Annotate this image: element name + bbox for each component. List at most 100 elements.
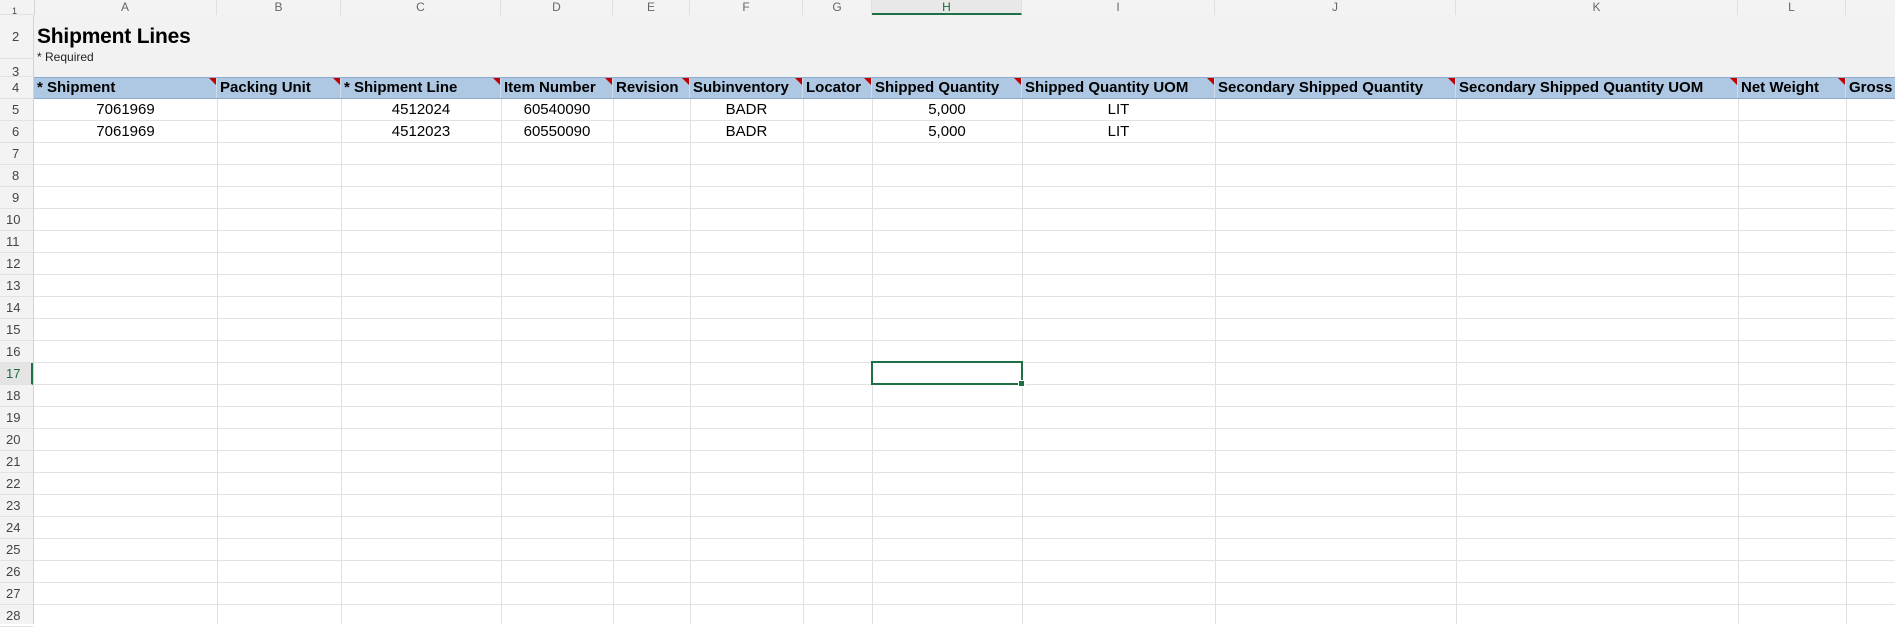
gridline xyxy=(34,560,1895,561)
cell-shipped-quantity[interactable]: 5,000 xyxy=(872,99,1022,121)
comment-indicator-icon[interactable] xyxy=(209,78,216,85)
comment-indicator-icon[interactable] xyxy=(1207,78,1214,85)
header-label: Packing Unit xyxy=(220,79,311,96)
row-header-12[interactable]: 12 xyxy=(0,253,33,275)
gridline xyxy=(34,230,1895,231)
row-header-11[interactable]: 11 xyxy=(0,231,33,253)
title-area: Shipment Lines * Required xyxy=(34,15,1895,77)
header-revision[interactable]: Revision xyxy=(613,78,690,98)
gridline xyxy=(34,252,1895,253)
cell-shipped-quantity-uom[interactable]: LIT xyxy=(1022,121,1215,143)
row-header-8[interactable]: 8 xyxy=(0,165,33,187)
column-header-a[interactable]: A xyxy=(34,0,217,15)
row-header-1[interactable]: 1 xyxy=(0,7,33,16)
header-shipment-line[interactable]: * Shipment Line xyxy=(341,78,501,98)
row-header-27[interactable]: 27 xyxy=(0,583,33,605)
comment-indicator-icon[interactable] xyxy=(493,78,500,85)
column-header-k[interactable]: K xyxy=(1456,0,1738,15)
row-header-24[interactable]: 24 xyxy=(0,517,33,539)
cell-shipped-quantity-uom[interactable]: LIT xyxy=(1022,99,1215,121)
column-header-e[interactable]: E xyxy=(613,0,690,15)
column-header-h[interactable]: H xyxy=(872,0,1022,15)
comment-indicator-icon[interactable] xyxy=(333,78,340,85)
header-label: Net Weight xyxy=(1741,79,1820,96)
comment-indicator-icon[interactable] xyxy=(1448,78,1455,85)
active-cell-h17[interactable] xyxy=(871,361,1025,387)
comment-indicator-icon[interactable] xyxy=(795,78,802,85)
header-locator[interactable]: Locator xyxy=(803,78,872,98)
cell-shipment[interactable]: 7061969 xyxy=(34,121,217,143)
comment-indicator-icon[interactable] xyxy=(682,78,689,85)
header-gross[interactable]: Gross xyxy=(1846,78,1895,98)
comment-indicator-icon[interactable] xyxy=(1838,78,1845,85)
column-header-f[interactable]: F xyxy=(690,0,803,15)
gridline xyxy=(1738,77,1739,624)
comment-indicator-icon[interactable] xyxy=(864,78,871,85)
header-packing-unit[interactable]: Packing Unit xyxy=(217,78,341,98)
column-header-g[interactable]: G xyxy=(803,0,872,15)
row-header-23[interactable]: 23 xyxy=(0,495,33,517)
row-header-5[interactable]: 5 xyxy=(0,99,33,121)
header-shipped-quantity-uom[interactable]: Shipped Quantity UOM xyxy=(1022,78,1215,98)
header-secondary-shipped-quantity[interactable]: Secondary Shipped Quantity xyxy=(1215,78,1456,98)
comment-indicator-icon[interactable] xyxy=(1730,78,1737,85)
row-header-16[interactable]: 16 xyxy=(0,341,33,363)
row-header-9[interactable]: 9 xyxy=(0,187,33,209)
row-header-3[interactable]: 3 xyxy=(0,59,33,79)
column-header-d[interactable]: D xyxy=(501,0,613,15)
gridline xyxy=(34,428,1895,429)
column-header-b[interactable]: B xyxy=(217,0,341,15)
gridline xyxy=(34,604,1895,605)
cell-subinventory[interactable]: BADR xyxy=(690,121,803,143)
header-shipment[interactable]: * Shipment xyxy=(34,78,217,98)
cell-shipment[interactable]: 7061969 xyxy=(34,99,217,121)
row-header-6[interactable]: 6 xyxy=(0,121,33,143)
column-header-c[interactable]: C xyxy=(341,0,501,15)
header-label: Item Number xyxy=(504,79,596,96)
gridline xyxy=(34,296,1895,297)
fill-handle[interactable] xyxy=(1018,380,1025,387)
gridline xyxy=(613,77,614,624)
header-label: Secondary Shipped Quantity UOM xyxy=(1459,79,1704,96)
header-subinventory[interactable]: Subinventory xyxy=(690,78,803,98)
row-header-10[interactable]: 10 xyxy=(0,209,33,231)
gridline xyxy=(34,516,1895,517)
header-label: Secondary Shipped Quantity xyxy=(1218,79,1424,96)
gridline xyxy=(34,450,1895,451)
column-header-i[interactable]: I xyxy=(1022,0,1215,15)
row-header-17[interactable]: 17 xyxy=(0,363,33,385)
header-shipped-quantity[interactable]: Shipped Quantity xyxy=(872,78,1022,98)
table-header-row: * Shipment Packing Unit * Shipment Line … xyxy=(34,77,1895,99)
row-header-13[interactable]: 13 xyxy=(0,275,33,297)
row-header-2[interactable]: 2 xyxy=(0,15,33,59)
row-header-18[interactable]: 18 xyxy=(0,385,33,407)
row-header-7[interactable]: 7 xyxy=(0,143,33,165)
header-label: Shipped Quantity UOM xyxy=(1025,79,1189,96)
row-header-14[interactable]: 14 xyxy=(0,297,33,319)
header-label: Gross xyxy=(1849,79,1893,96)
cell-grid[interactable]: Shipment Lines * Required * Shipment Pac… xyxy=(34,15,1895,624)
comment-indicator-icon[interactable] xyxy=(1014,78,1021,85)
cell-subinventory[interactable]: BADR xyxy=(690,99,803,121)
header-net-weight[interactable]: Net Weight xyxy=(1738,78,1846,98)
gridline xyxy=(217,77,218,624)
row-header-21[interactable]: 21 xyxy=(0,451,33,473)
header-secondary-shipped-quantity-uom[interactable]: Secondary Shipped Quantity UOM xyxy=(1456,78,1738,98)
cell-item-number[interactable]: 60540090 xyxy=(501,99,613,121)
gridline xyxy=(803,77,804,624)
cell-shipment-line[interactable]: 4512023 xyxy=(341,121,501,143)
cell-shipment-line[interactable]: 4512024 xyxy=(341,99,501,121)
row-header-25[interactable]: 25 xyxy=(0,539,33,561)
row-header-26[interactable]: 26 xyxy=(0,561,33,583)
row-header-19[interactable]: 19 xyxy=(0,407,33,429)
column-header-j[interactable]: J xyxy=(1215,0,1456,15)
comment-indicator-icon[interactable] xyxy=(605,78,612,85)
cell-shipped-quantity[interactable]: 5,000 xyxy=(872,121,1022,143)
header-item-number[interactable]: Item Number xyxy=(501,78,613,98)
cell-item-number[interactable]: 60550090 xyxy=(501,121,613,143)
row-header-20[interactable]: 20 xyxy=(0,429,33,451)
column-header-l[interactable]: L xyxy=(1738,0,1846,15)
row-header-4[interactable]: 4 xyxy=(0,77,33,99)
row-header-15[interactable]: 15 xyxy=(0,319,33,341)
row-header-22[interactable]: 22 xyxy=(0,473,33,495)
